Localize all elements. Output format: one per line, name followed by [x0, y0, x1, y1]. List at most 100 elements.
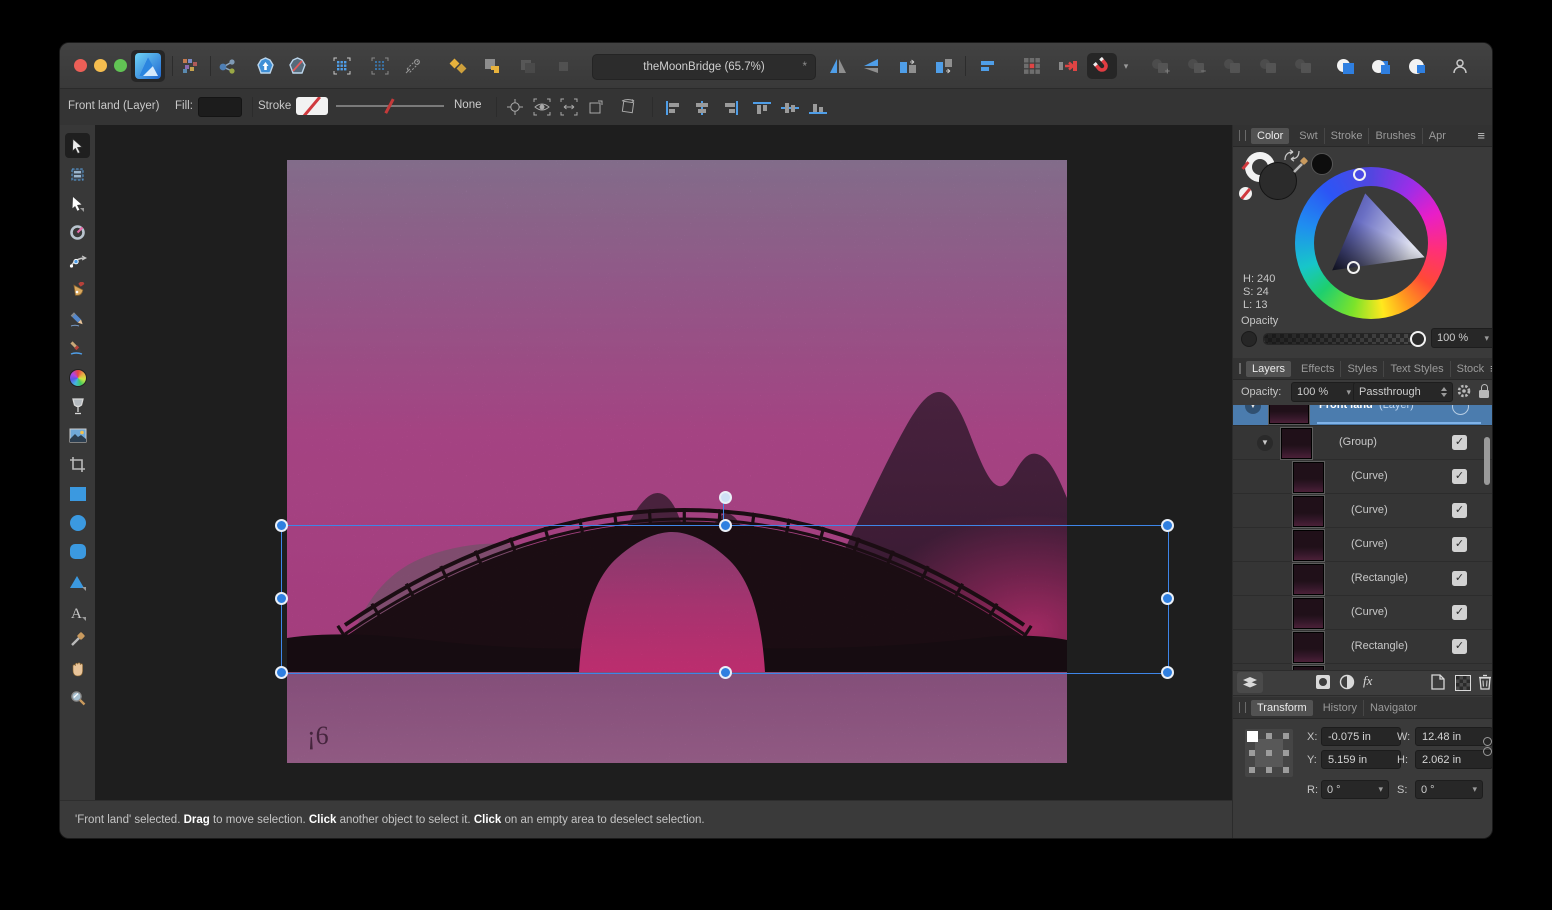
panel-grip[interactable] — [1239, 702, 1246, 713]
pasteboard[interactable]: ¡6 — [95, 125, 1232, 800]
cycle-selection-box-icon[interactable] — [503, 96, 527, 118]
layer-edit-icon[interactable] — [1452, 405, 1469, 415]
tab-stroke[interactable]: Stroke — [1325, 128, 1370, 144]
layer-row[interactable]: (Rectangle) ✓ — [1233, 630, 1492, 664]
triangle-tool[interactable] — [65, 570, 90, 595]
layer-thumbnail[interactable] — [1293, 564, 1324, 595]
tab-transform[interactable]: Transform — [1251, 700, 1313, 716]
align-bottom-icon[interactable] — [805, 96, 829, 118]
badge-slash-icon[interactable] — [282, 53, 312, 79]
scale-with-object-icon[interactable] — [557, 96, 581, 118]
layer-thumbnail[interactable] — [1293, 598, 1324, 629]
layer-visibility-checkbox[interactable]: ✓ — [1452, 435, 1467, 450]
back-one-icon[interactable] — [513, 53, 543, 79]
boolean-subtract-icon[interactable]: − — [1181, 53, 1211, 79]
view-hand-tool[interactable] — [65, 656, 90, 681]
rotation-select[interactable]: 0 °▾ — [1321, 780, 1389, 799]
layer-thumbnail[interactable] — [1293, 632, 1324, 663]
tab-navigator[interactable]: Navigator — [1364, 700, 1423, 716]
deselect-icon[interactable] — [365, 53, 395, 79]
panel-grip[interactable] — [1239, 363, 1241, 374]
layer-visibility-checkbox[interactable]: ✓ — [1452, 503, 1467, 518]
rotate-selection-icon[interactable] — [616, 96, 640, 118]
fill-swatch[interactable] — [198, 97, 242, 117]
layer-row-selected[interactable]: ▼ Front land (Layer) — [1233, 405, 1492, 426]
tab-styles[interactable]: Styles — [1341, 361, 1384, 377]
selection-handle-mid-left[interactable] — [275, 592, 288, 605]
show-selection-icon[interactable] — [530, 96, 554, 118]
disclosure-icon[interactable]: ▼ — [1257, 435, 1273, 451]
tab-appearance[interactable]: Apr — [1423, 128, 1452, 144]
boolean-divide-icon[interactable] — [1253, 53, 1283, 79]
selection-handle-top-center[interactable] — [719, 519, 732, 532]
align-right-icon[interactable] — [717, 96, 741, 118]
boolean-add-icon[interactable]: + — [1145, 53, 1175, 79]
h-field[interactable]: 2.062 in — [1415, 750, 1492, 769]
opacity-slider[interactable] — [1263, 333, 1421, 345]
document-title[interactable]: theMoonBridge (65.7%) * — [592, 54, 816, 80]
transparency-tool[interactable] — [65, 394, 90, 419]
node-tool[interactable] — [65, 191, 90, 216]
panel-grip[interactable] — [1239, 130, 1246, 141]
align-top-icon[interactable] — [749, 96, 773, 118]
tab-color[interactable]: Color — [1251, 128, 1289, 144]
layer-thumbnail[interactable] — [1281, 428, 1312, 459]
layer-thumbnail[interactable] — [1269, 405, 1309, 424]
color-picker-icon[interactable] — [1291, 155, 1311, 175]
layer-visibility-checkbox[interactable]: ✓ — [1452, 605, 1467, 620]
link-dimensions-icon[interactable] — [1483, 737, 1492, 756]
flip-vertical-icon[interactable] — [857, 53, 887, 79]
selection-handle-mid-right[interactable] — [1161, 592, 1174, 605]
color-fill-tool[interactable] — [65, 365, 90, 390]
account-icon[interactable] — [1445, 53, 1475, 79]
rotate-ccw-icon[interactable] — [893, 53, 923, 79]
share-nodes-icon[interactable] — [212, 53, 242, 79]
insert-on-top-icon[interactable] — [477, 53, 507, 79]
layers-scrollbar[interactable] — [1484, 437, 1490, 485]
zoom-tool[interactable] — [65, 685, 90, 710]
pen-tool[interactable] — [65, 278, 90, 303]
alignment-icon[interactable] — [973, 53, 1003, 79]
adjustment-layer-icon[interactable] — [1339, 674, 1355, 690]
selection-handle-bottom-right[interactable] — [1161, 666, 1174, 679]
point-transform-tool[interactable] — [65, 220, 90, 245]
selection-handle-top-right[interactable] — [1161, 519, 1174, 532]
layer-effects-fx-icon[interactable]: fx — [1363, 673, 1372, 689]
x-field[interactable]: -0.075 in — [1321, 727, 1401, 746]
layer-row[interactable]: (Rectangle) ✓ — [1233, 562, 1492, 596]
minimize-button[interactable] — [94, 59, 107, 72]
move-whole-pixels-icon[interactable] — [1053, 53, 1083, 79]
delete-layer-trash-icon[interactable] — [1478, 674, 1492, 690]
layer-visibility-checkbox[interactable]: ✓ — [1452, 571, 1467, 586]
corner-tool[interactable] — [65, 249, 90, 274]
layer-stack-icon[interactable] — [1237, 672, 1263, 693]
disclosure-icon[interactable]: ▼ — [1245, 405, 1261, 414]
pencil-tool[interactable] — [65, 307, 90, 332]
layer-visibility-checkbox[interactable]: ✓ — [1452, 639, 1467, 654]
layer-row[interactable]: (Curve) ✓ — [1233, 460, 1492, 494]
artboard-tool[interactable] — [65, 162, 90, 187]
tab-swatches[interactable]: Swt — [1293, 128, 1324, 144]
zoom-button[interactable] — [114, 59, 127, 72]
selection-bounds[interactable] — [281, 525, 1169, 674]
crop-tool[interactable] — [65, 452, 90, 477]
close-button[interactable] — [74, 59, 87, 72]
move-tool[interactable] — [65, 133, 90, 158]
blend-mode-select[interactable]: Passthrough — [1353, 382, 1453, 402]
tab-stock[interactable]: Stock — [1451, 361, 1491, 377]
badge-up-icon[interactable] — [250, 53, 280, 79]
flip-horizontal-icon[interactable] — [823, 53, 853, 79]
layer-row[interactable]: (Curve) ✓ — [1233, 596, 1492, 630]
layer-visibility-checkbox[interactable]: ✓ — [1452, 537, 1467, 552]
layer-thumbnail[interactable] — [1293, 462, 1324, 493]
swatch-grid-icon[interactable] — [175, 53, 205, 79]
insert-inside-icon[interactable] — [1402, 53, 1432, 79]
rotate-cw-icon[interactable] — [929, 53, 959, 79]
hue-selector[interactable] — [1353, 168, 1366, 181]
picked-color-swatch[interactable] — [1311, 153, 1333, 175]
insert-over-icon[interactable] — [1366, 53, 1396, 79]
lock-icon[interactable] — [1479, 390, 1489, 398]
snapping-magnet-icon[interactable] — [1087, 53, 1117, 79]
vector-brush-tool[interactable] — [65, 336, 90, 361]
selection-handle-top-left[interactable] — [275, 519, 288, 532]
